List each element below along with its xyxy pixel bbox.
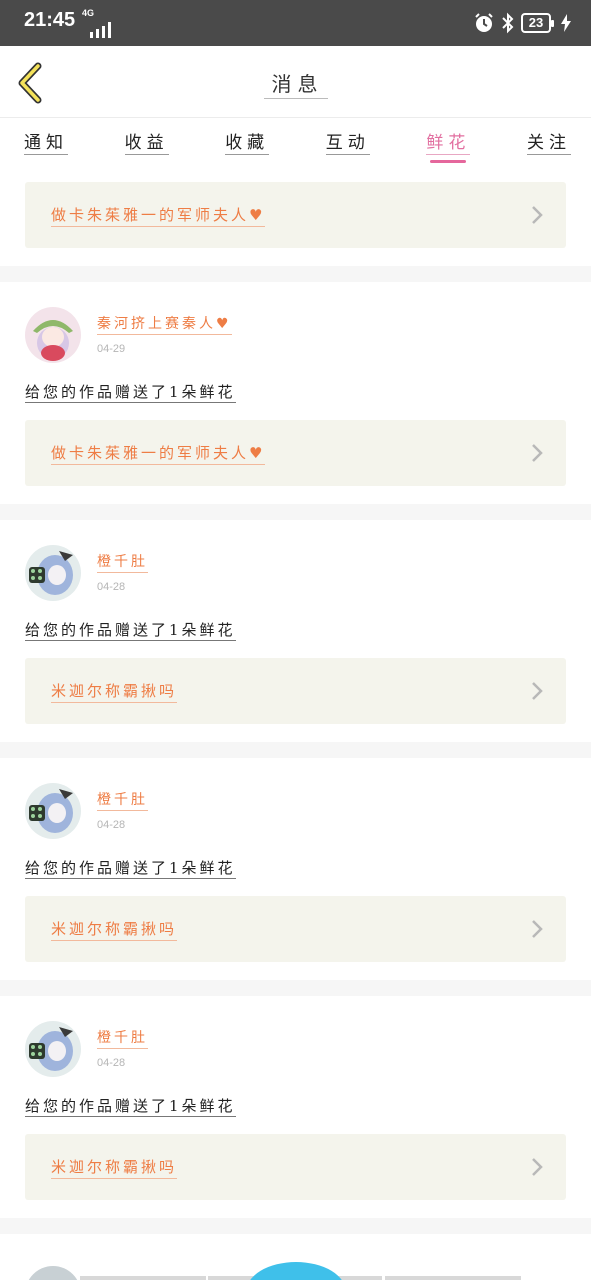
work-link-card[interactable]: 米迦尔称霸揪吗 [25,1134,566,1200]
battery-indicator: 23 [521,13,554,33]
message-text: 给您的作品赠送了1朵鲜花 [25,383,236,403]
avatar[interactable] [25,307,81,363]
signal-icon [90,22,111,38]
chevron-right-icon [532,682,543,700]
floating-action-button[interactable] [246,1262,346,1280]
username[interactable]: 橙千肚 [97,789,148,811]
tab-notifications[interactable]: 通知 [24,118,68,166]
tab-bar: 通知 收益 收藏 互动 鲜花 关注 [0,118,591,166]
date: 04-28 [97,819,126,831]
username[interactable]: 橙千肚 [97,551,148,573]
divider [0,980,591,996]
list-item: 橙千肚 04-28 给您的作品赠送了1朵鲜花 米迦尔称霸揪吗 [0,758,591,980]
date: 04-29 [97,343,126,355]
divider [0,1218,591,1234]
username[interactable]: 橙千肚 [97,1027,148,1049]
tab-favorites[interactable]: 收藏 [225,118,270,166]
toolbar-strip [385,1276,521,1280]
chevron-right-icon [532,920,543,938]
header: 消息 [0,46,591,118]
message-list: 做卡朱茱雅一的军师夫人♥ 秦河挤上赛秦人♥ 04-29 给您的作品赠送了1朵鲜花… [0,166,591,1234]
divider [0,742,591,758]
status-time: 21:45 [24,9,76,31]
work-link-card[interactable]: 米迦尔称霸揪吗 [25,658,566,724]
toolbar-strip [80,1276,206,1280]
work-link-card[interactable]: 做卡朱茱雅一的军师夫人♥ [25,420,566,486]
date: 04-28 [97,581,126,593]
network-type: 4G [82,8,95,18]
tab-active-indicator [430,160,467,163]
chevron-right-icon [532,206,543,224]
alarm-icon [475,13,493,32]
message-text: 给您的作品赠送了1朵鲜花 [25,859,236,879]
work-link-card[interactable]: 做卡朱茱雅一的军师夫人♥ [25,182,566,248]
avatar[interactable] [25,783,81,839]
message-text: 给您的作品赠送了1朵鲜花 [25,621,236,641]
avatar[interactable] [25,1266,81,1280]
list-item: 橙千肚 04-28 给您的作品赠送了1朵鲜花 米迦尔称霸揪吗 [0,996,591,1218]
username[interactable]: 秦河挤上赛秦人♥ [97,313,232,335]
divider [0,266,591,282]
work-link-text: 做卡朱茱雅一的军师夫人♥ [51,204,266,227]
avatar[interactable] [25,545,81,601]
list-item: 橙千肚 04-28 给您的作品赠送了1朵鲜花 米迦尔称霸揪吗 [0,520,591,742]
status-bar: 21:45 4G 23 [0,0,591,46]
work-link-text: 米迦尔称霸揪吗 [51,1156,178,1179]
tab-flowers[interactable]: 鲜花 [426,118,471,166]
date: 04-28 [97,1057,126,1069]
tab-following[interactable]: 关注 [526,118,571,166]
bluetooth-icon [502,12,514,34]
status-icons: 23 [473,10,571,36]
divider [0,504,591,520]
work-link-text: 米迦尔称霸揪吗 [51,680,178,703]
avatar[interactable] [25,1021,81,1077]
tab-earnings[interactable]: 收益 [124,118,169,166]
list-item: 做卡朱茱雅一的军师夫人♥ [0,166,591,266]
chevron-right-icon [532,444,543,462]
charging-icon [561,14,571,32]
chevron-right-icon [532,1158,543,1176]
tab-interactions[interactable]: 互动 [325,118,370,166]
page-title: 消息 [0,68,591,99]
work-link-text: 做卡朱茱雅一的军师夫人♥ [51,442,266,465]
list-item: 秦河挤上赛秦人♥ 04-29 给您的作品赠送了1朵鲜花 做卡朱茱雅一的军师夫人♥ [0,282,591,504]
work-link-card[interactable]: 米迦尔称霸揪吗 [25,896,566,962]
message-text: 给您的作品赠送了1朵鲜花 [25,1097,236,1117]
work-link-text: 米迦尔称霸揪吗 [51,918,178,941]
